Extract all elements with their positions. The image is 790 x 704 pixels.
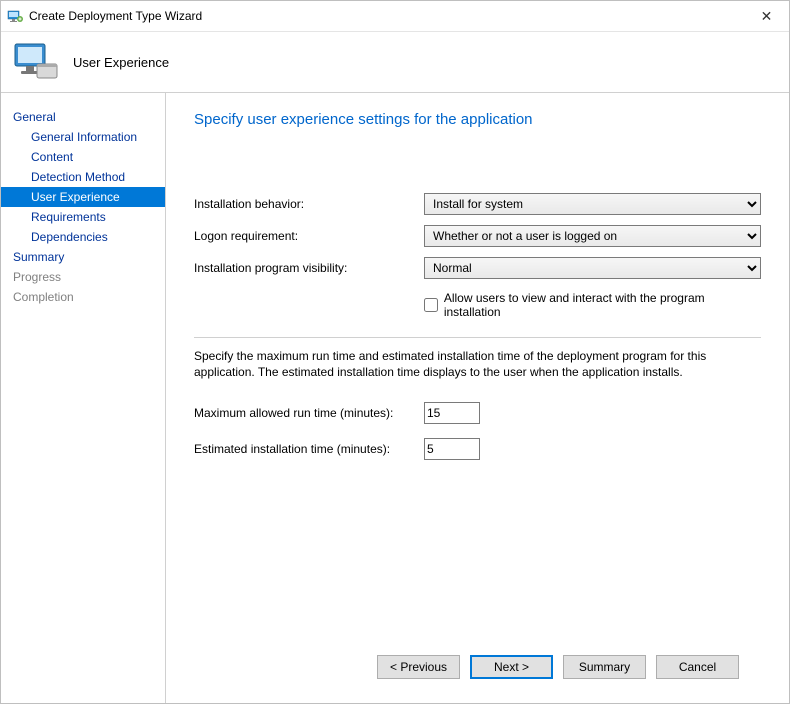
select-installation-behavior[interactable]: Install for system — [424, 193, 761, 215]
previous-button[interactable]: < Previous — [377, 655, 460, 679]
row-allow-interact: Allow users to view and interact with th… — [194, 289, 761, 319]
input-est-time[interactable] — [424, 438, 480, 460]
next-button[interactable]: Next > — [470, 655, 553, 679]
nav-item-user-experience[interactable]: User Experience — [1, 187, 165, 207]
checkbox-allow-interact-label[interactable]: Allow users to view and interact with th… — [424, 291, 761, 319]
nav-item-dependencies[interactable]: Dependencies — [1, 227, 165, 247]
section-divider — [194, 337, 761, 338]
input-max-runtime[interactable] — [424, 402, 480, 424]
summary-button[interactable]: Summary — [563, 655, 646, 679]
nav-item-content[interactable]: Content — [1, 147, 165, 167]
header-band: User Experience — [1, 32, 789, 92]
header-title: User Experience — [73, 55, 169, 70]
select-program-visibility[interactable]: Normal — [424, 257, 761, 279]
nav-item-progress: Progress — [1, 267, 165, 287]
close-icon: ✕ — [761, 8, 773, 25]
app-icon — [7, 8, 23, 24]
row-logon-requirement: Logon requirement: Whether or not a user… — [194, 225, 761, 247]
footer-buttons: < Previous Next > Summary Cancel — [194, 641, 761, 693]
row-est-time: Estimated installation time (minutes): — [194, 438, 761, 460]
nav-item-general-information[interactable]: General Information — [1, 127, 165, 147]
nav-item-detection-method[interactable]: Detection Method — [1, 167, 165, 187]
content-pane: Specify user experience settings for the… — [166, 93, 789, 703]
label-est-time: Estimated installation time (minutes): — [194, 442, 424, 456]
page-heading: Specify user experience settings for the… — [194, 111, 761, 128]
label-max-runtime: Maximum allowed run time (minutes): — [194, 406, 424, 420]
close-button[interactable]: ✕ — [744, 1, 789, 31]
wizard-body: GeneralGeneral InformationContentDetecti… — [1, 93, 789, 703]
row-program-visibility: Installation program visibility: Normal — [194, 257, 761, 279]
label-logon-requirement: Logon requirement: — [194, 229, 424, 243]
nav-item-completion: Completion — [1, 287, 165, 307]
computer-icon — [11, 40, 61, 84]
window-title: Create Deployment Type Wizard — [29, 9, 744, 23]
cancel-button[interactable]: Cancel — [656, 655, 739, 679]
runtime-description: Specify the maximum run time and estimat… — [194, 348, 761, 380]
row-installation-behavior: Installation behavior: Install for syste… — [194, 193, 761, 215]
label-program-visibility: Installation program visibility: — [194, 261, 424, 275]
spacer — [194, 474, 761, 641]
checkbox-allow-interact[interactable] — [424, 298, 438, 312]
nav-item-requirements[interactable]: Requirements — [1, 207, 165, 227]
checkbox-allow-interact-text: Allow users to view and interact with th… — [444, 291, 761, 319]
form-section: Installation behavior: Install for syste… — [194, 193, 761, 319]
nav-item-general[interactable]: General — [1, 107, 165, 127]
titlebar: Create Deployment Type Wizard ✕ — [1, 1, 789, 32]
label-installation-behavior: Installation behavior: — [194, 197, 424, 211]
wizard-window: Create Deployment Type Wizard ✕ User Exp… — [0, 0, 790, 704]
nav-item-summary[interactable]: Summary — [1, 247, 165, 267]
row-max-runtime: Maximum allowed run time (minutes): — [194, 402, 761, 424]
sidebar-nav: GeneralGeneral InformationContentDetecti… — [1, 93, 166, 703]
select-logon-requirement[interactable]: Whether or not a user is logged on — [424, 225, 761, 247]
